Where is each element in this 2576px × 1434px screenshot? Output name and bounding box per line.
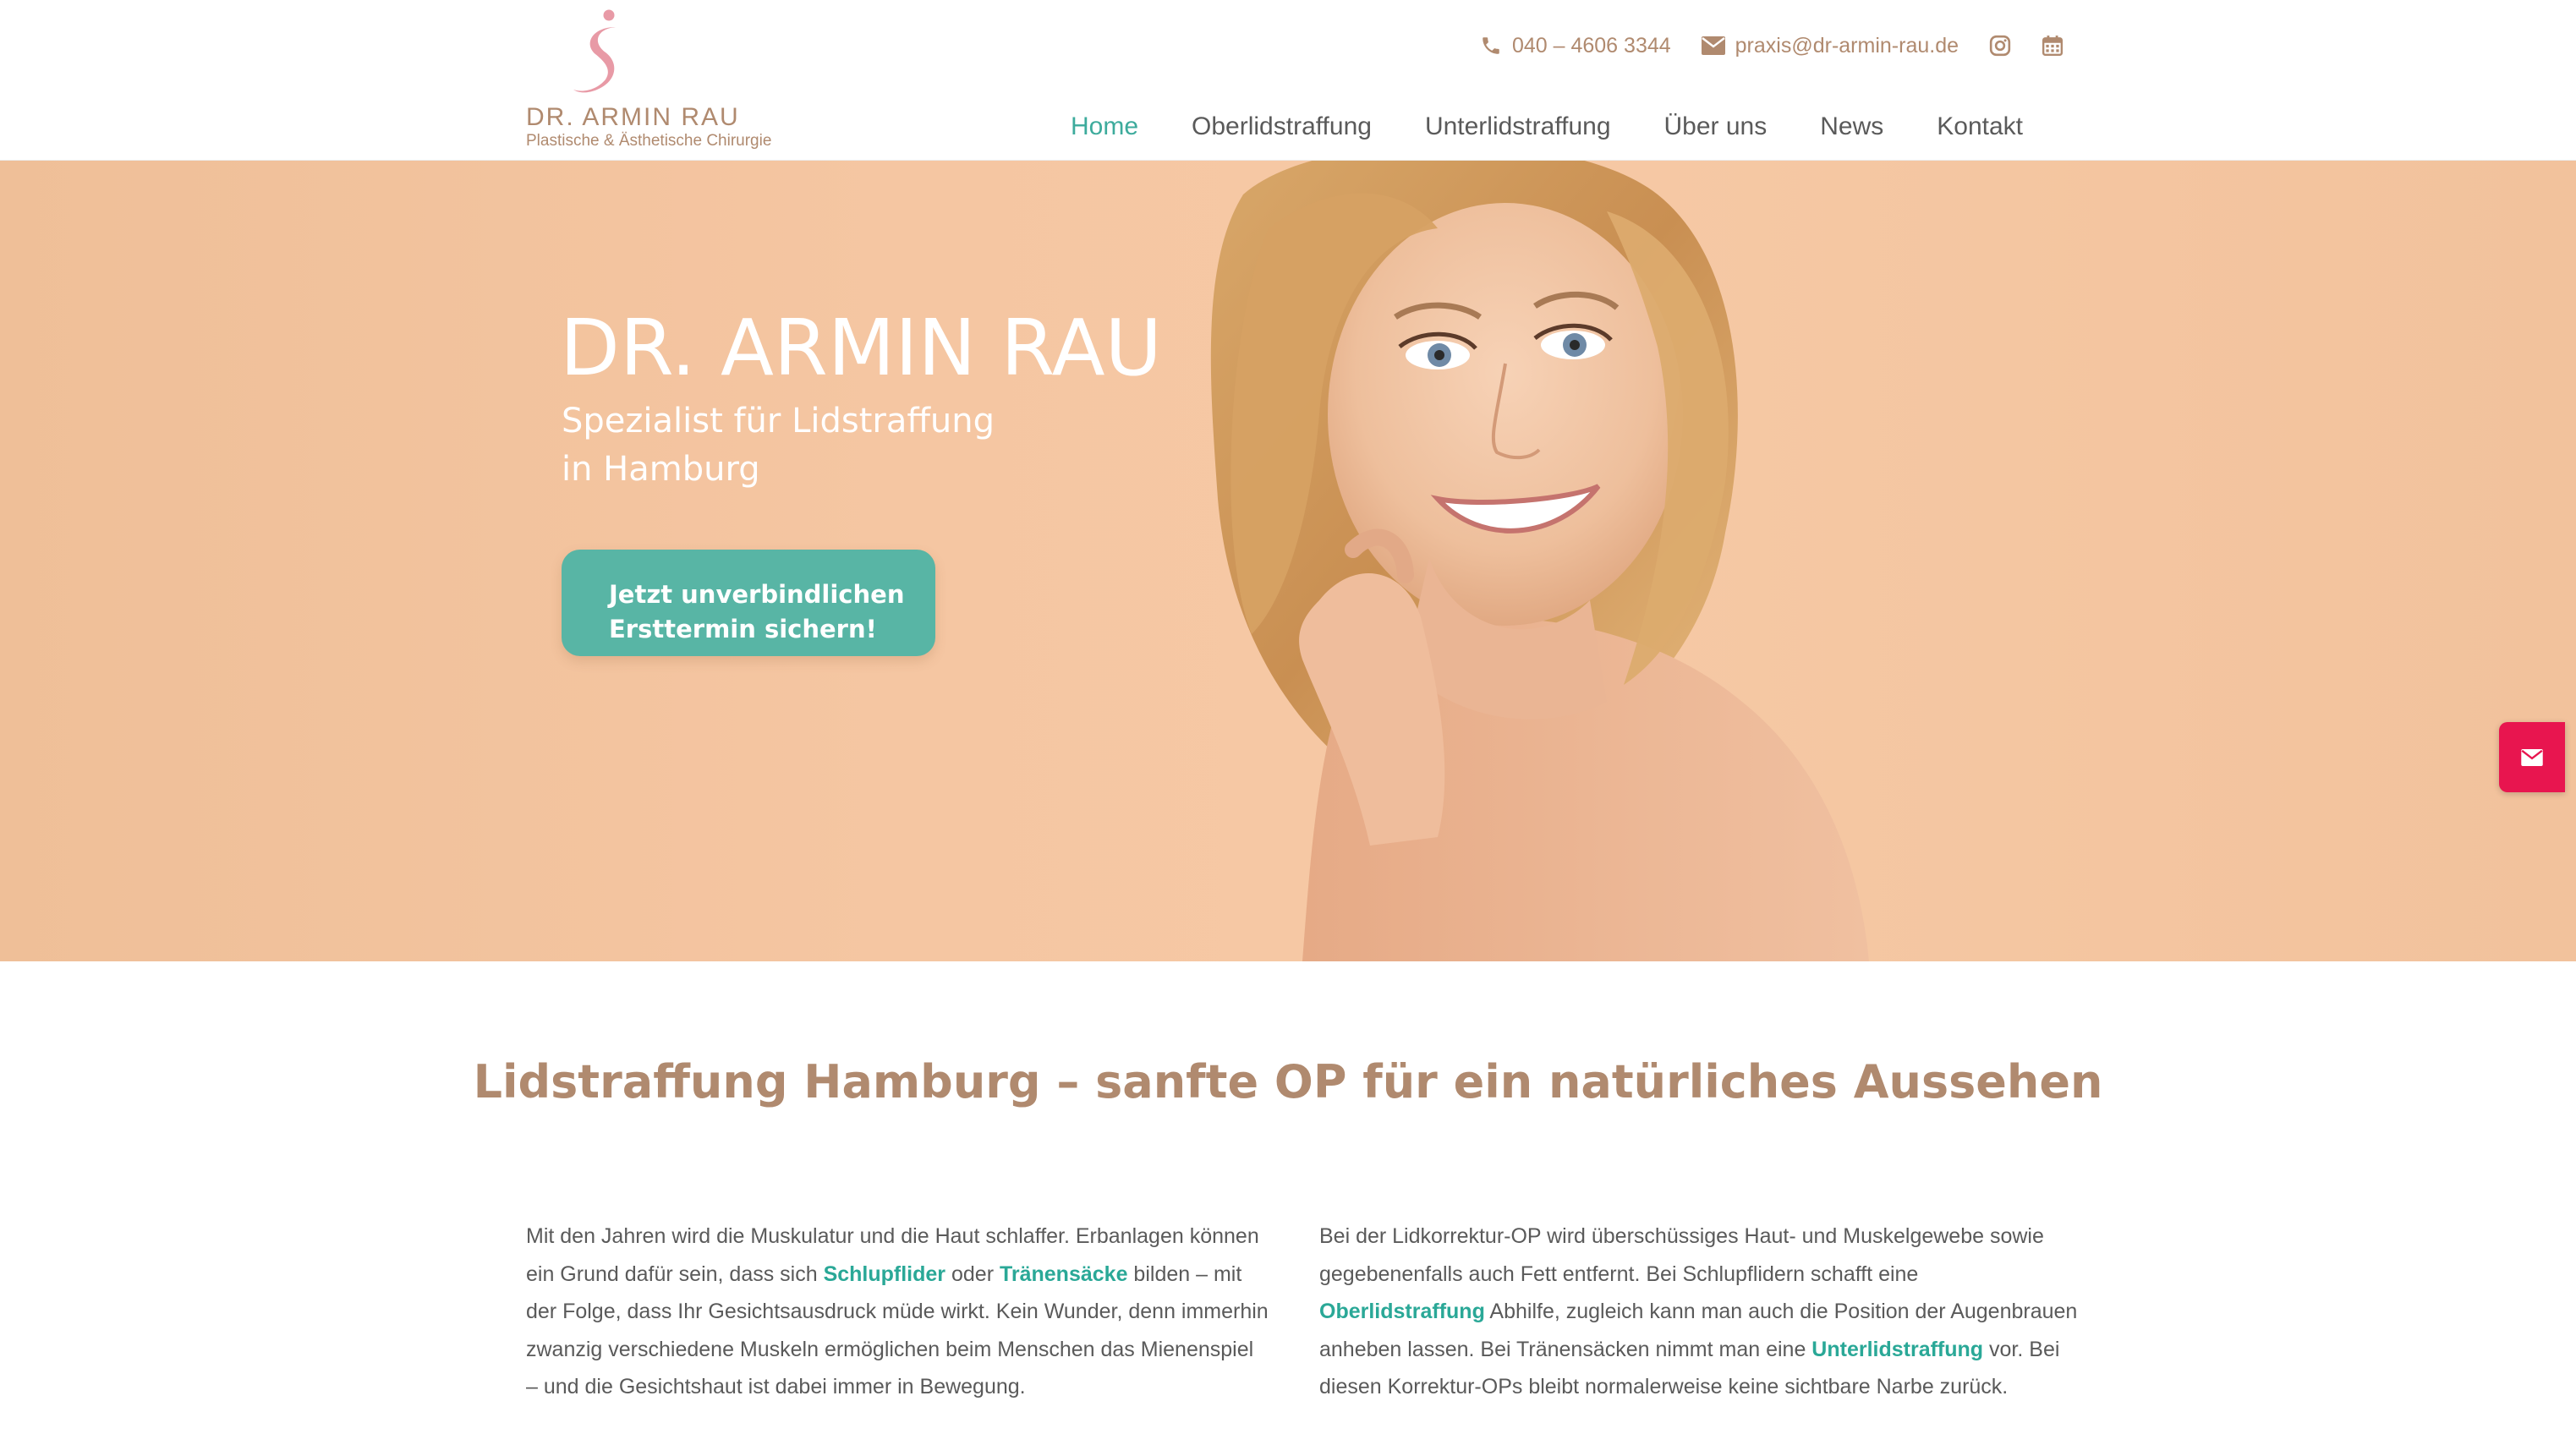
logo-name: DR. ARMIN RAU xyxy=(526,103,740,131)
site-header: DR. ARMIN RAU Plastische & Ästhetische C… xyxy=(0,0,2576,161)
calendar-icon xyxy=(2042,36,2064,57)
hero-subtitle: Spezialist für Lidstraffung in Hamburg xyxy=(562,397,995,494)
nav-item-home[interactable]: Home xyxy=(1071,112,1138,141)
cta-line-1: Jetzt unverbindlichen xyxy=(609,580,905,609)
section-title: Lidstraffung Hamburg – sanfte OP für ein… xyxy=(473,1055,2103,1108)
hero-subtitle-line-1: Spezialist für Lidstraffung xyxy=(562,402,995,441)
nav-item-ueber-uns[interactable]: Über uns xyxy=(1664,112,1768,141)
contact-topbar: 040 – 4606 3344 praxis@dr-armin-rau.de xyxy=(1480,29,2064,63)
text-span: oder xyxy=(945,1262,1000,1286)
logo-subtitle: Plastische & Ästhetische Chirurgie xyxy=(526,132,772,150)
nav-item-unterlidstraffung[interactable]: Unterlidstraffung xyxy=(1425,112,1611,141)
appointment-cta-button[interactable]: Jetzt unverbindlichen Ersttermin sichern… xyxy=(562,550,935,656)
nav-item-oberlidstraffung[interactable]: Oberlidstraffung xyxy=(1192,112,1372,141)
hero-subtitle-line-2: in Hamburg xyxy=(562,450,760,489)
link-traenensaecke[interactable]: Tränensäcke xyxy=(1000,1262,1128,1286)
nav-item-news[interactable]: News xyxy=(1820,112,1883,141)
nav-item-kontakt[interactable]: Kontakt xyxy=(1937,112,2023,141)
instagram-icon xyxy=(1989,35,2011,57)
text-span: Bei der Lidkorrektur-OP wird überschüssi… xyxy=(1319,1224,2044,1286)
intro-paragraph-left: Mit den Jahren wird die Muskulatur und d… xyxy=(526,1218,1270,1406)
link-oberlidstraffung[interactable]: Oberlidstraffung xyxy=(1319,1300,1485,1323)
hero-banner: DR. ARMIN RAU Spezialist für Lidstraffun… xyxy=(0,161,2576,961)
cta-line-2: Ersttermin sichern! xyxy=(609,615,877,643)
link-schlupflider[interactable]: Schlupflider xyxy=(824,1262,945,1286)
link-unterlidstraffung[interactable]: Unterlidstraffung xyxy=(1811,1338,1983,1361)
email-link[interactable]: praxis@dr-armin-rau.de xyxy=(1701,33,1959,58)
hero-title: DR. ARMIN RAU xyxy=(560,303,1162,393)
phone-number: 040 – 4606 3344 xyxy=(1511,33,1671,57)
main-nav: Home Oberlidstraffung Unterlidstraffung … xyxy=(1071,107,2023,147)
instagram-link[interactable] xyxy=(1989,35,2011,57)
calendar-link[interactable] xyxy=(2042,35,2064,57)
phone-icon xyxy=(1483,37,1499,54)
floating-contact-button[interactable] xyxy=(2499,722,2565,792)
phone-link[interactable]: 040 – 4606 3344 xyxy=(1480,34,1671,58)
logo-figure-icon xyxy=(573,9,616,93)
envelope-icon xyxy=(2521,748,2543,766)
site-logo[interactable]: DR. ARMIN RAU Plastische & Ästhetische C… xyxy=(523,8,771,150)
envelope-icon xyxy=(1701,36,1725,55)
intro-paragraph-right: Bei der Lidkorrektur-OP wird überschüssi… xyxy=(1319,1218,2080,1406)
email-address: praxis@dr-armin-rau.de xyxy=(1735,33,1959,57)
hero-portrait-image xyxy=(1210,161,1869,961)
